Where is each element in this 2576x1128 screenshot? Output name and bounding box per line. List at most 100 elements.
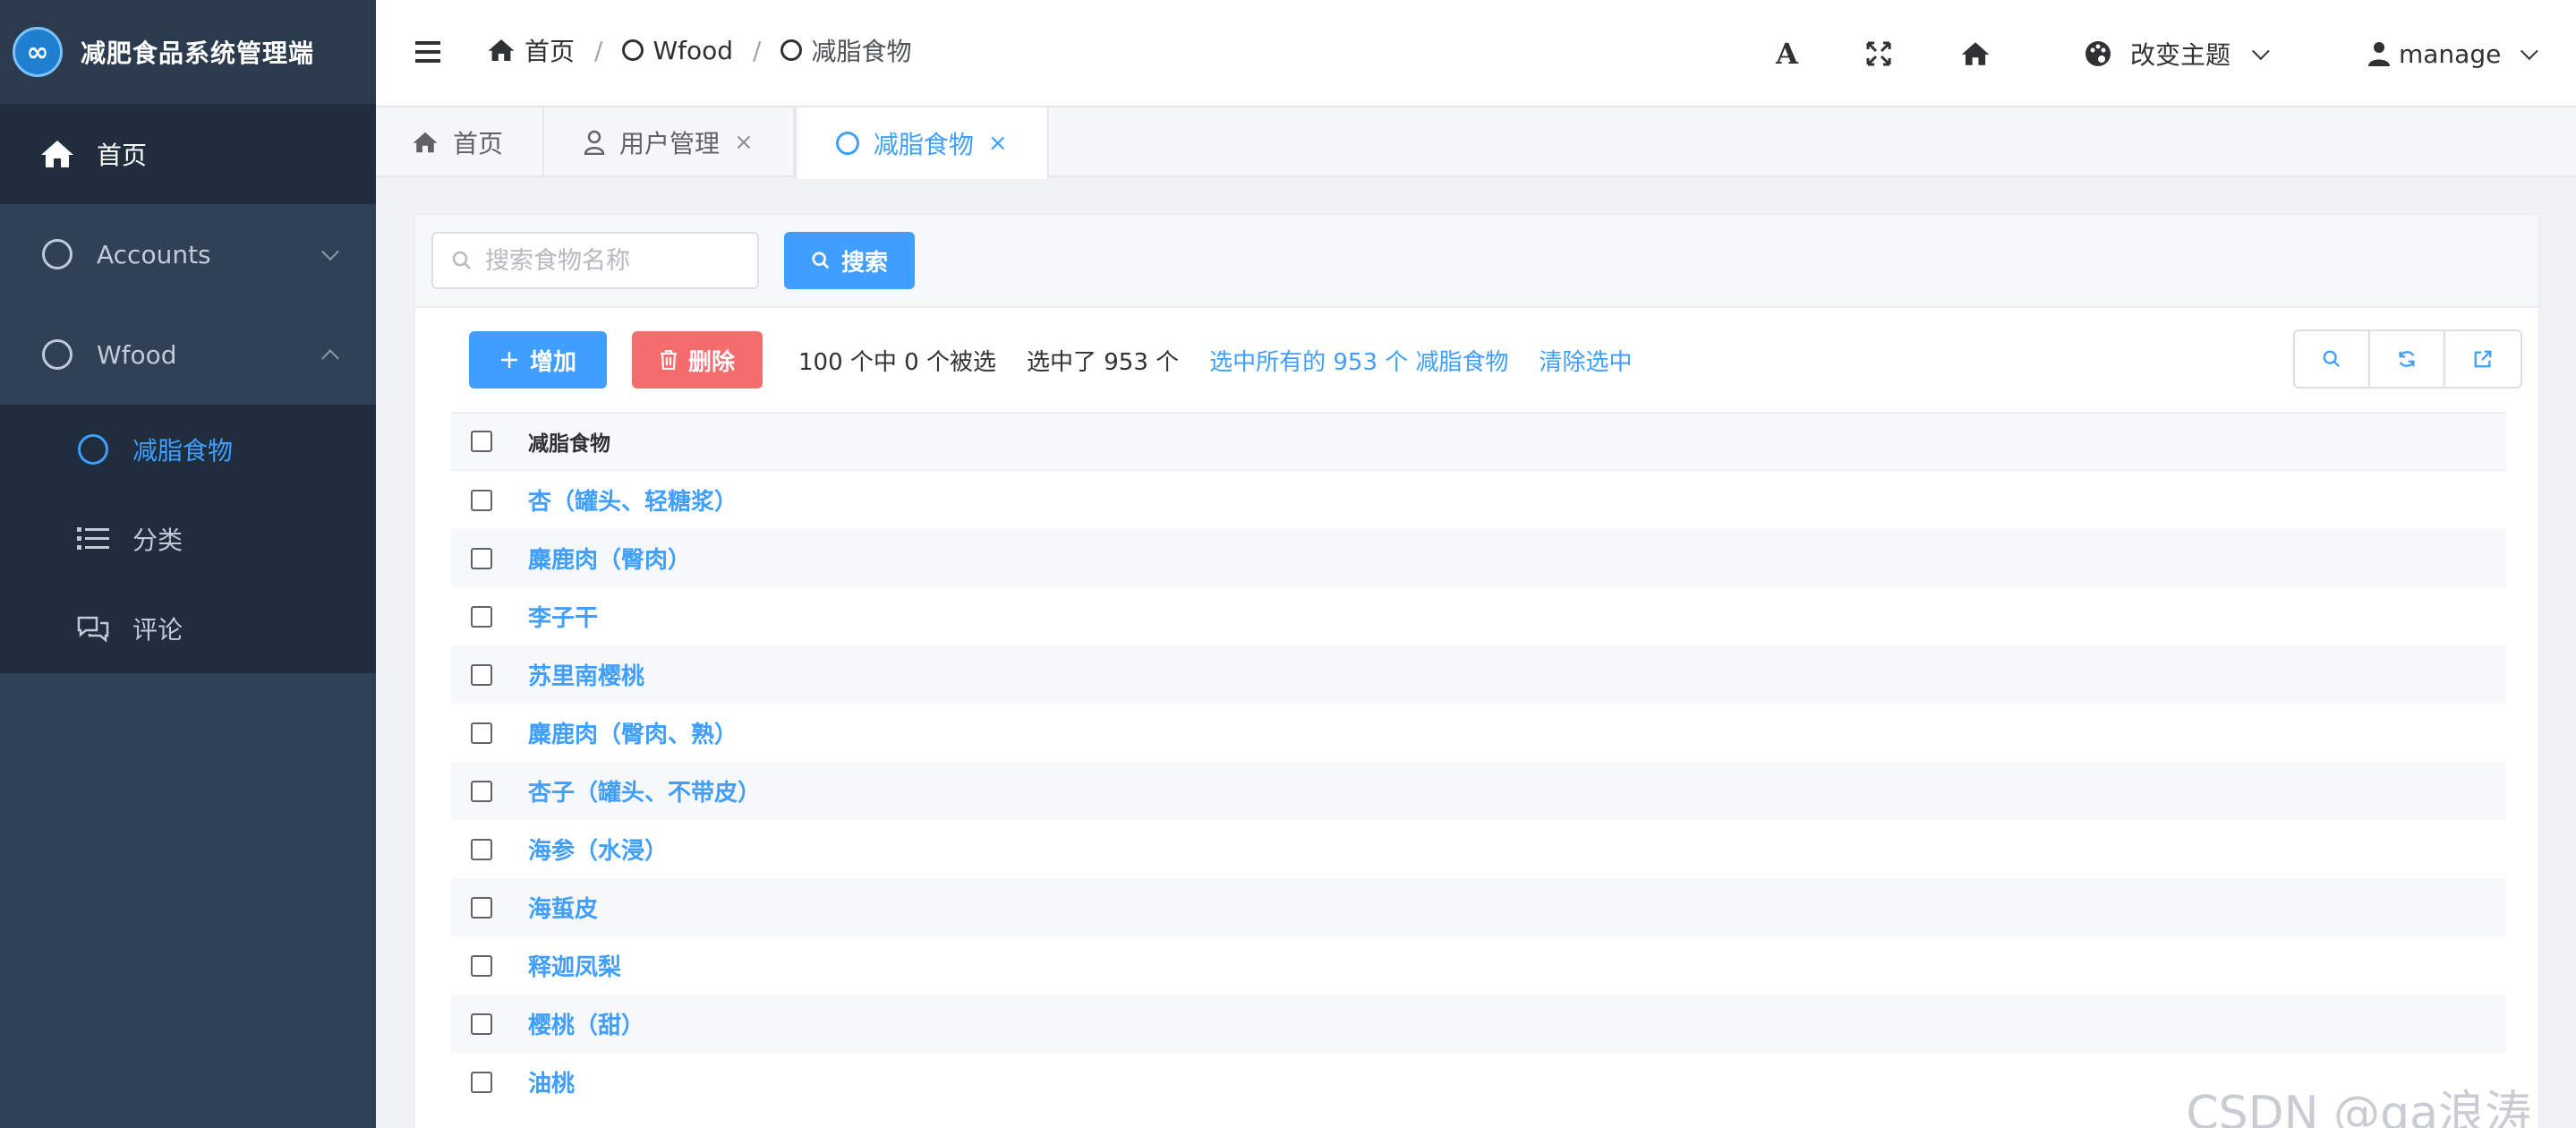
row-checkbox[interactable] — [471, 780, 492, 802]
tab-user-management[interactable]: 用户管理 × — [544, 107, 795, 177]
sidebar-item-label: Wfood — [97, 339, 177, 370]
breadcrumb-item-home[interactable]: 首页 — [487, 32, 575, 68]
home-icon — [412, 131, 439, 154]
circle-icon — [835, 132, 859, 155]
theme-dropdown[interactable]: 改变主题 — [2084, 0, 2270, 107]
food-name-link[interactable]: 释迦凤梨 — [528, 949, 621, 982]
tab-fat-loss-food[interactable]: 减脂食物 × — [794, 107, 1049, 179]
table-row: 海蜇皮 — [451, 878, 2506, 936]
breadcrumb-item-wfood[interactable]: Wfood — [622, 36, 733, 65]
table-header-row: 减脂食物 — [451, 412, 2506, 471]
app-title: 减肥食品系统管理端 — [81, 38, 315, 68]
action-bar: 增加 删除 100 个中 0 个被选 选中了 953 个 选中所有的 953 个… — [415, 308, 2538, 412]
circle-icon — [39, 239, 75, 269]
table-row: 杏子（罐头、不带皮） — [451, 762, 2506, 820]
select-all-link[interactable]: 选中所有的 953 个 减脂食物 — [1209, 344, 1508, 377]
row-checkbox[interactable] — [471, 547, 492, 569]
add-button[interactable]: 增加 — [469, 331, 607, 389]
food-name-link[interactable]: 苏里南樱桃 — [528, 658, 644, 691]
food-name-link[interactable]: 海参（水浸） — [528, 833, 668, 866]
sidebar-item-comments[interactable]: 评论 — [0, 584, 376, 673]
food-name-link[interactable]: 樱桃（甜） — [528, 1007, 644, 1040]
sidebar-item-label: 评论 — [132, 615, 183, 645]
search-input-wrapper[interactable] — [431, 232, 759, 289]
row-checkbox[interactable] — [471, 954, 492, 977]
tab-label: 用户管理 — [619, 129, 721, 158]
column-header-food: 减脂食物 — [528, 432, 610, 456]
export-icon — [2474, 350, 2492, 368]
toggle-search-button[interactable] — [2295, 331, 2370, 387]
circle-icon — [780, 39, 803, 61]
row-checkbox[interactable] — [471, 722, 492, 744]
tab-home[interactable]: 首页 — [376, 107, 545, 177]
top-header: 首页 / Wfood / 减脂食物 A 改变主题 manage — [376, 0, 2576, 107]
content-card: 搜索 增加 删除 100 个中 0 个被选 选中了 953 个 选中所有的 95… — [414, 213, 2540, 1128]
delete-button-label: 删除 — [687, 348, 735, 376]
hamburger-icon[interactable] — [415, 41, 440, 63]
export-button[interactable] — [2445, 331, 2521, 387]
clear-selection-link[interactable]: 清除选中 — [1540, 344, 1633, 377]
sidebar-item-wfood[interactable]: Wfood — [0, 304, 376, 405]
search-icon — [2323, 350, 2341, 368]
circle-icon — [622, 39, 644, 61]
sidebar-submenu-wfood: 减脂食物 分类 评论 — [0, 405, 376, 673]
row-checkbox[interactable] — [471, 605, 492, 628]
home-icon — [39, 139, 75, 169]
table-row: 樱桃（甜） — [451, 995, 2506, 1053]
delete-button[interactable]: 删除 — [632, 331, 763, 389]
trash-icon — [660, 350, 678, 370]
chevron-down-icon — [2521, 42, 2539, 61]
tab-label: 首页 — [453, 129, 504, 158]
close-icon[interactable]: × — [988, 130, 1008, 157]
fullscreen-button[interactable] — [1865, 0, 1892, 107]
close-icon[interactable]: × — [734, 129, 754, 156]
user-outline-icon — [584, 130, 605, 155]
breadcrumb-label: 减脂食物 — [811, 37, 912, 66]
row-checkbox[interactable] — [471, 663, 492, 686]
row-checkbox[interactable] — [471, 1071, 492, 1093]
row-checkbox[interactable] — [471, 1013, 492, 1035]
palette-icon — [2086, 41, 2111, 66]
circle-icon — [75, 434, 111, 465]
sidebar-item-home[interactable]: 首页 — [0, 104, 376, 204]
row-checkbox[interactable] — [471, 896, 492, 919]
food-name-link[interactable]: 杏（罐头、轻糖浆） — [528, 483, 738, 517]
food-name-link[interactable]: 杏子（罐头、不带皮） — [528, 774, 761, 808]
selected-count: 选中了 953 个 — [1026, 348, 1180, 376]
home-icon — [1961, 42, 1990, 65]
tab-label: 减脂食物 — [873, 130, 974, 159]
selection-info: 100 个中 0 个被选 — [798, 348, 996, 376]
sidebar-item-label: 分类 — [132, 526, 183, 555]
food-name-link[interactable]: 麋鹿肉（臀肉） — [528, 542, 691, 575]
food-name-link[interactable]: 李子干 — [528, 600, 598, 633]
table-row: 麋鹿肉（臀肉、熟） — [451, 704, 2506, 762]
fullscreen-icon — [1866, 41, 1891, 66]
font-size-button[interactable]: A — [1776, 0, 1798, 107]
food-name-link[interactable]: 油桃 — [528, 1065, 575, 1098]
row-checkbox[interactable] — [471, 838, 492, 860]
list-icon — [75, 526, 111, 552]
home-button[interactable] — [1960, 0, 1991, 107]
search-input[interactable] — [485, 246, 745, 275]
tabs-bar: 首页 用户管理 × 减脂食物 × — [376, 107, 2576, 179]
select-all-checkbox[interactable] — [471, 431, 492, 452]
row-checkbox[interactable] — [471, 489, 492, 511]
table-body: 杏（罐头、轻糖浆） 麋鹿肉（臀肉） 李子干苏里南樱桃麋鹿肉（臀肉、熟） 杏子（罐头、不… — [451, 471, 2506, 1111]
sidebar-item-accounts[interactable]: Accounts — [0, 204, 376, 304]
user-dropdown[interactable]: manage — [2368, 0, 2539, 107]
search-bar: 搜索 — [415, 215, 2538, 308]
font-size-icon: A — [1776, 37, 1798, 71]
refresh-button[interactable] — [2370, 331, 2445, 387]
user-name: manage — [2399, 38, 2502, 69]
breadcrumb-separator: / — [594, 35, 603, 65]
sidebar-item-fat-loss-food[interactable]: 减脂食物 — [0, 405, 376, 494]
chevron-down-icon — [321, 243, 339, 261]
table-row: 李子干 — [451, 587, 2506, 645]
sidebar-item-category[interactable]: 分类 — [0, 494, 376, 584]
search-button[interactable]: 搜索 — [784, 232, 915, 289]
search-icon — [811, 251, 831, 270]
app-logo-area[interactable]: ∞ 减肥食品系统管理端 — [0, 0, 376, 104]
table-row: 杏（罐头、轻糖浆） — [451, 471, 2506, 529]
food-name-link[interactable]: 海蜇皮 — [528, 891, 598, 924]
food-name-link[interactable]: 麋鹿肉（臀肉、熟） — [528, 716, 738, 749]
